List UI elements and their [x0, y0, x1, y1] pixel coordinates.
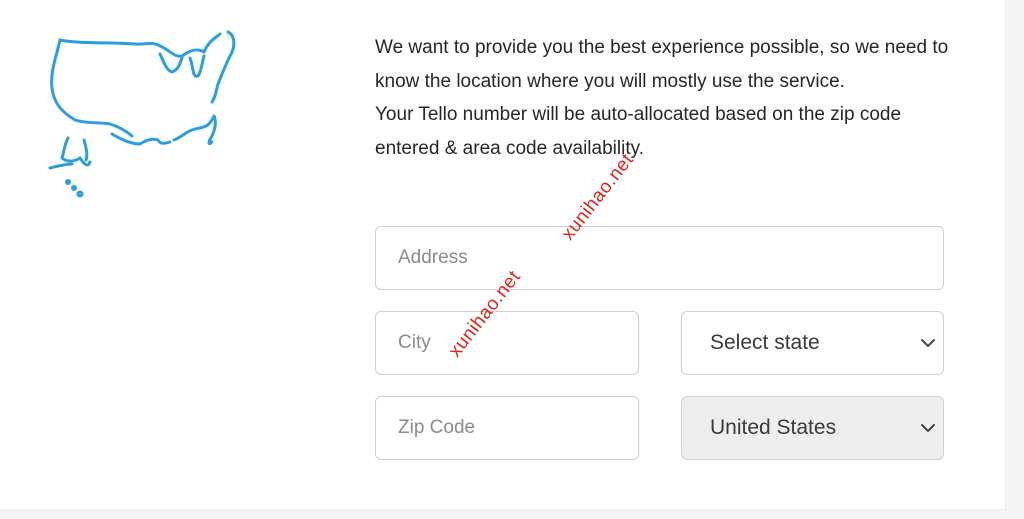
country-select[interactable]: United States	[681, 396, 944, 460]
location-intro-text: We want to provide you the best experien…	[375, 31, 950, 165]
city-input[interactable]	[375, 311, 639, 375]
chevron-down-icon	[921, 423, 935, 432]
address-input[interactable]	[375, 226, 944, 290]
country-select-value: United States	[710, 416, 837, 439]
chevron-down-icon	[921, 338, 935, 347]
state-select-value: Select state	[710, 331, 820, 354]
intro-paragraph-1: We want to provide you the best experien…	[375, 37, 949, 92]
zip-code-input[interactable]	[375, 396, 639, 460]
intro-paragraph-2: Your Tello number will be auto-allocated…	[375, 104, 902, 159]
state-select[interactable]: Select state	[681, 311, 944, 375]
location-card: We want to provide you the best experien…	[0, 0, 1006, 510]
usa-map-outline-icon	[48, 30, 236, 198]
